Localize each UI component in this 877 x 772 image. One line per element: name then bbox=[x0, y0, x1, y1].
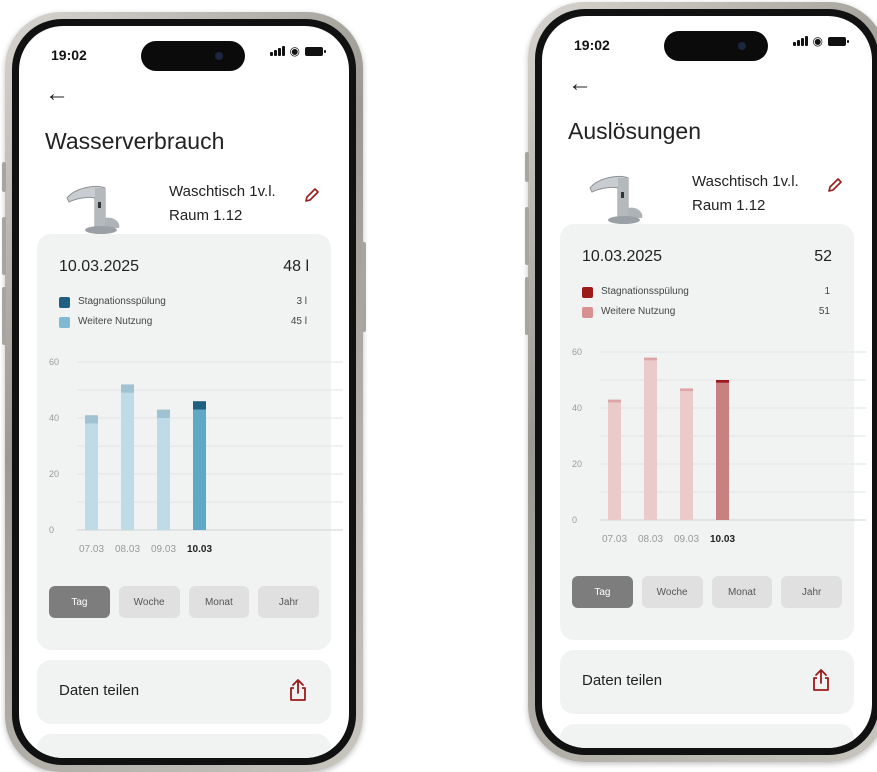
dynamic-island bbox=[141, 41, 245, 71]
bar-weitere-nutzung bbox=[157, 418, 170, 530]
tab-woche[interactable]: Woche bbox=[641, 576, 703, 608]
x-tick-label: 09.03 bbox=[151, 544, 176, 555]
bar-stagnationsspuelung bbox=[716, 380, 729, 383]
x-tick-label: 10.03 bbox=[187, 544, 212, 555]
bar-chart: 0 20 40 60 07.03 08.03 09.03 10.03 bbox=[572, 347, 866, 545]
x-tick-label: 07.03 bbox=[79, 544, 104, 555]
page-title: Auslösungen bbox=[568, 118, 701, 144]
wifi-icon: ◉ bbox=[812, 34, 823, 48]
y-tick-label: 0 bbox=[572, 515, 577, 525]
bar-stagnationsspuelung bbox=[680, 388, 693, 392]
status-time: 19:02 bbox=[51, 47, 87, 63]
product-name: Waschtisch 1v.l. bbox=[692, 173, 799, 190]
tab-jahr[interactable]: Jahr bbox=[781, 576, 842, 608]
signal-icon bbox=[269, 46, 285, 56]
summary-total: 48 l bbox=[283, 258, 309, 275]
arrow-left-icon[interactable]: ← bbox=[45, 80, 69, 108]
next-card-peek bbox=[37, 734, 331, 758]
arrow-left-icon[interactable]: ← bbox=[568, 70, 592, 98]
x-tick-label: 08.03 bbox=[115, 544, 140, 555]
product-name: Waschtisch 1v.l. bbox=[169, 183, 276, 200]
bar-weitere-nutzung bbox=[608, 402, 621, 520]
product-room: Raum 1.12 bbox=[692, 197, 766, 214]
tab-jahr[interactable]: Jahr bbox=[258, 586, 319, 618]
next-card-peek bbox=[560, 724, 854, 748]
y-tick-label: 0 bbox=[49, 525, 54, 535]
power-button bbox=[362, 242, 366, 332]
bar-chart: 0 20 40 60 07.03 08.03 09.03 10.03 bbox=[49, 357, 343, 555]
phone-right: 19:02 ◉ ← Auslösungen Waschtisch 1v.l. R… bbox=[525, 2, 877, 762]
y-tick-label: 40 bbox=[49, 413, 59, 423]
bar-weitere-nutzung bbox=[680, 391, 693, 520]
legend-item-usage: Weitere Nutzung 51 bbox=[582, 306, 830, 320]
tab-woche[interactable]: Woche bbox=[118, 586, 180, 618]
silent-switch bbox=[2, 162, 6, 192]
period-selector: Tag Woche Monat Jahr bbox=[49, 586, 319, 618]
signal-icon bbox=[792, 36, 808, 46]
period-selector: Tag Woche Monat Jahr bbox=[572, 576, 842, 608]
stats-card: 10.03.2025 52 Stagnationsspülung 1 Weite… bbox=[560, 224, 866, 640]
y-tick-label: 40 bbox=[572, 403, 582, 413]
share-data-button[interactable]: Daten teilen bbox=[37, 660, 331, 724]
status-bar: 19:02 ◉ bbox=[542, 16, 872, 66]
bar-weitere-nutzung bbox=[121, 392, 134, 530]
tab-monat[interactable]: Monat bbox=[711, 576, 773, 608]
legend-item-stagnation: Stagnationsspülung 1 bbox=[582, 286, 830, 300]
y-tick-label: 60 bbox=[49, 357, 59, 367]
legend-item-usage: Weitere Nutzung 45 l bbox=[59, 316, 307, 330]
share-label: Daten teilen bbox=[582, 672, 663, 689]
bar-stagnationsspuelung bbox=[121, 384, 134, 393]
phone-left: 19:02 ◉ ← Wasserverbrauch Waschtisch 1v.… bbox=[2, 12, 366, 772]
bar-weitere-nutzung bbox=[644, 360, 657, 520]
volume-up-button bbox=[2, 217, 6, 275]
summary-total: 52 bbox=[814, 248, 832, 265]
share-data-button[interactable]: Daten teilen bbox=[560, 650, 854, 714]
tab-tag[interactable]: Tag bbox=[572, 576, 633, 608]
faucet-image bbox=[589, 175, 643, 224]
bar-weitere-nutzung bbox=[193, 409, 206, 530]
screen-wasserverbrauch: 19:02 ◉ ← Wasserverbrauch Waschtisch 1v.… bbox=[19, 26, 349, 758]
bar-weitere-nutzung bbox=[85, 423, 98, 530]
tab-tag[interactable]: Tag bbox=[49, 586, 110, 618]
battery-icon bbox=[305, 46, 326, 56]
bar-weitere-nutzung bbox=[716, 382, 729, 520]
volume-up-button bbox=[525, 207, 529, 265]
status-bar: 19:02 ◉ bbox=[19, 26, 349, 76]
bar-stagnationsspuelung bbox=[157, 409, 170, 418]
pencil-icon[interactable] bbox=[303, 186, 321, 204]
x-tick-label: 07.03 bbox=[602, 534, 627, 545]
pencil-icon[interactable] bbox=[826, 176, 844, 194]
page-title: Wasserverbrauch bbox=[45, 128, 225, 154]
bar-stagnationsspuelung bbox=[193, 401, 206, 410]
y-tick-label: 20 bbox=[572, 459, 582, 469]
silent-switch bbox=[525, 152, 529, 182]
x-tick-label: 08.03 bbox=[638, 534, 663, 545]
summary-date: 10.03.2025 bbox=[582, 248, 663, 265]
battery-icon bbox=[828, 36, 849, 46]
volume-down-button bbox=[525, 277, 529, 335]
bar-stagnationsspuelung bbox=[608, 399, 621, 403]
bar-stagnationsspuelung bbox=[85, 415, 98, 424]
x-tick-label: 09.03 bbox=[674, 534, 699, 545]
share-icon bbox=[813, 669, 829, 691]
share-label: Daten teilen bbox=[59, 682, 140, 699]
y-tick-label: 60 bbox=[572, 347, 582, 357]
screen-ausloesungen: 19:02 ◉ ← Auslösungen Waschtisch 1v.l. R… bbox=[542, 16, 872, 748]
stats-card: 10.03.2025 48 l Stagnationsspülung 3 l W… bbox=[37, 234, 343, 650]
tab-monat[interactable]: Monat bbox=[188, 586, 250, 618]
bar-stagnationsspuelung bbox=[644, 357, 657, 361]
wifi-icon: ◉ bbox=[289, 44, 300, 58]
x-tick-label: 10.03 bbox=[710, 534, 735, 545]
y-tick-label: 20 bbox=[49, 469, 59, 479]
legend-item-stagnation: Stagnationsspülung 3 l bbox=[59, 296, 307, 310]
summary-date: 10.03.2025 bbox=[59, 258, 140, 275]
status-time: 19:02 bbox=[574, 37, 610, 53]
dynamic-island bbox=[664, 31, 768, 61]
faucet-image bbox=[66, 185, 120, 234]
volume-down-button bbox=[2, 287, 6, 345]
product-room: Raum 1.12 bbox=[169, 207, 243, 224]
share-icon bbox=[290, 679, 306, 701]
